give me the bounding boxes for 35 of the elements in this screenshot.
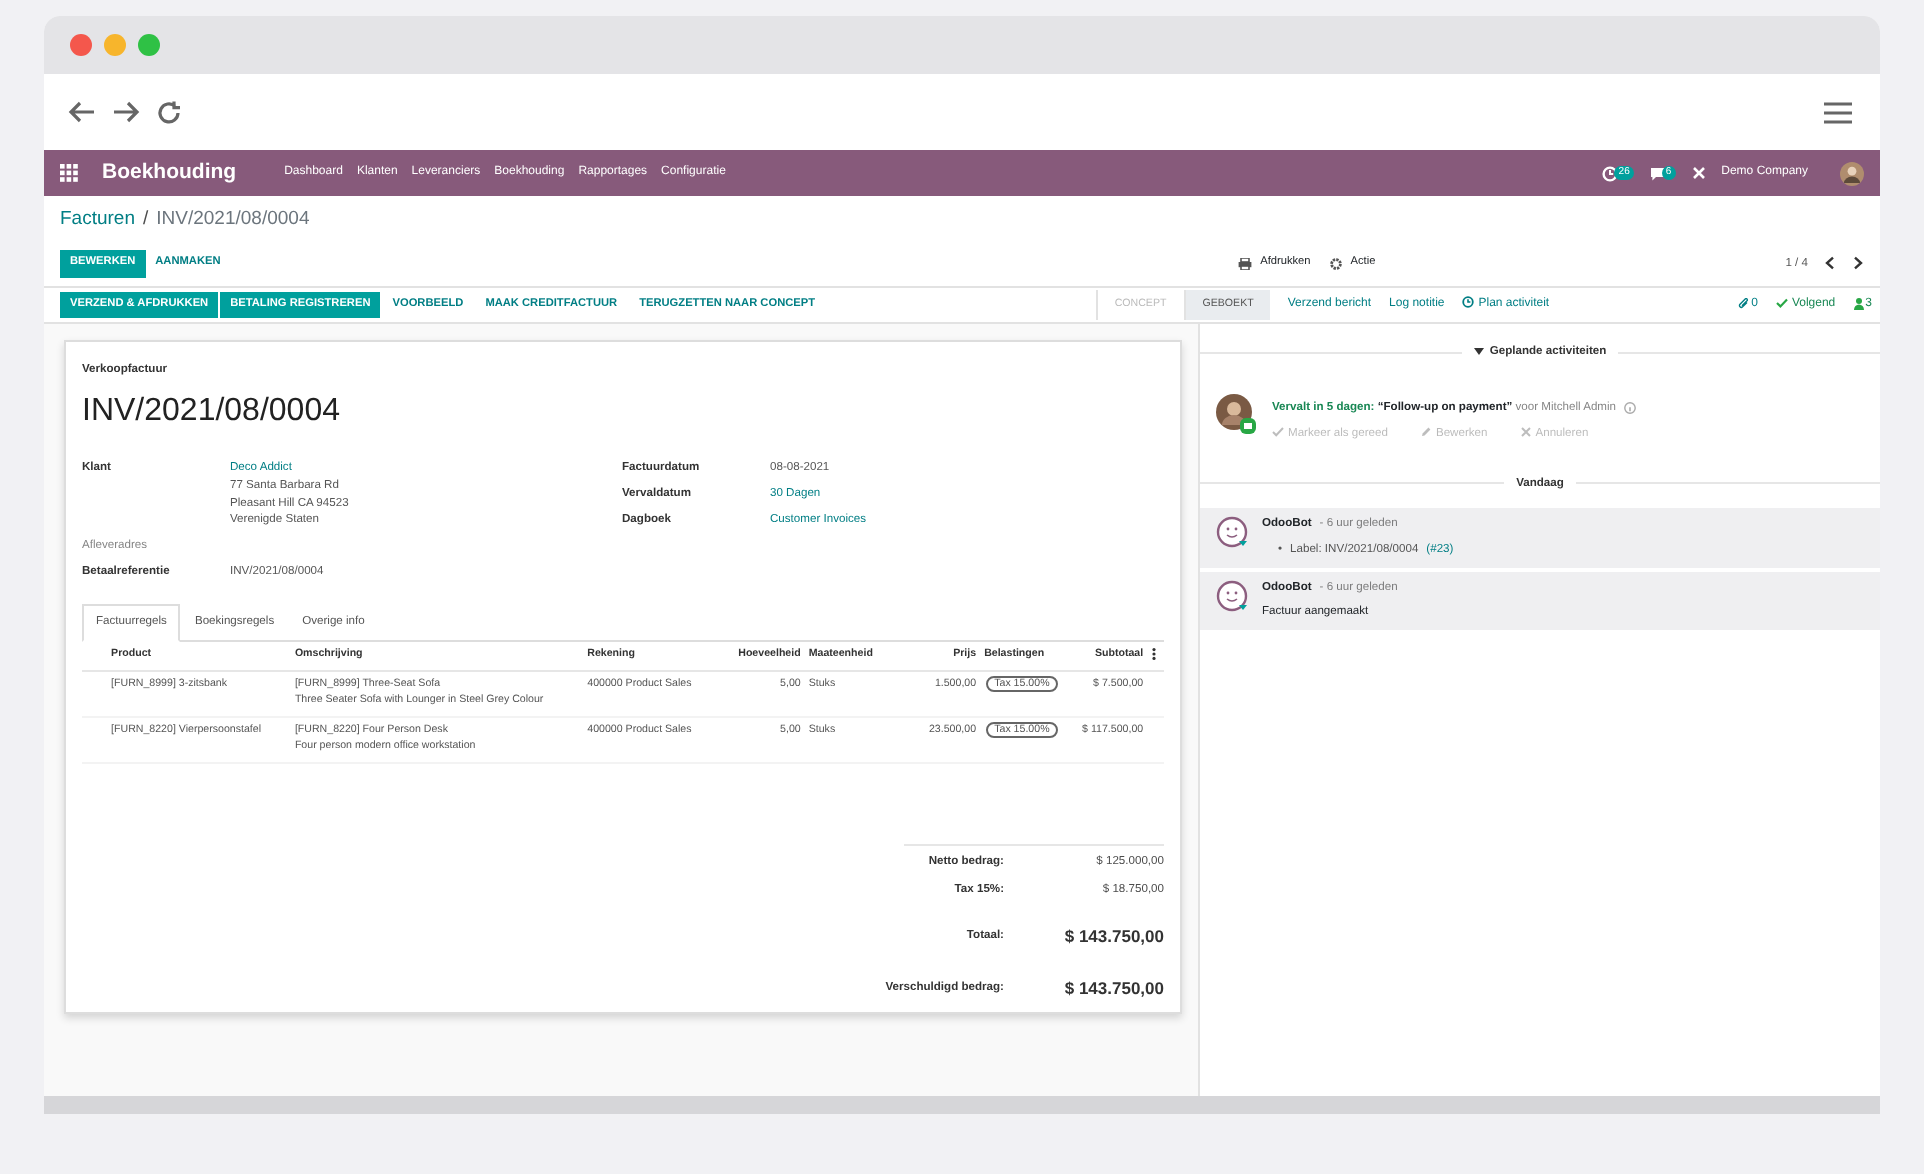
minimize-dot[interactable] (104, 34, 126, 56)
close-icon (1519, 426, 1532, 439)
close-dot[interactable] (70, 34, 92, 56)
clock-icon[interactable] (1602, 165, 1619, 181)
gear-icon (1330, 257, 1343, 270)
breadcrumb-separator: / (143, 208, 149, 230)
total-value: $ 143.750,00 (1062, 976, 1164, 1002)
apps-icon[interactable] (60, 164, 78, 182)
check-icon (1272, 426, 1284, 439)
refresh-icon[interactable] (156, 99, 182, 125)
breadcrumb-current: INV/2021/08/0004 (156, 208, 310, 230)
printer-icon (1238, 257, 1253, 270)
maximize-dot[interactable] (138, 34, 160, 56)
back-icon[interactable] (68, 100, 96, 124)
next-icon[interactable] (1852, 256, 1864, 271)
tools-icon[interactable] (1691, 166, 1706, 180)
clock-icon (1462, 296, 1475, 309)
forward-icon[interactable] (112, 100, 140, 124)
assignee-avatar (1216, 394, 1256, 435)
pencil-icon (1419, 426, 1432, 439)
breadcrumb-link[interactable]: Facturen (60, 208, 135, 230)
app-name: Boekhouding (102, 157, 237, 188)
chat-icon[interactable] (1649, 165, 1666, 181)
previous-icon[interactable] (1824, 256, 1836, 271)
total-value: $ 143.750,00 (1062, 924, 1164, 951)
invoice-number: INV/2021/08/0004 (82, 392, 342, 433)
bot-avatar (1216, 516, 1250, 551)
menu-icon[interactable] (1824, 101, 1852, 123)
check-icon (1775, 297, 1788, 308)
caret-icon (1473, 347, 1484, 356)
followers-icon[interactable] (1853, 298, 1864, 311)
column-options-icon[interactable] (1151, 647, 1156, 660)
user-avatar[interactable] (1840, 161, 1864, 185)
bot-avatar (1216, 579, 1250, 614)
paperclip-icon[interactable] (1737, 298, 1750, 311)
